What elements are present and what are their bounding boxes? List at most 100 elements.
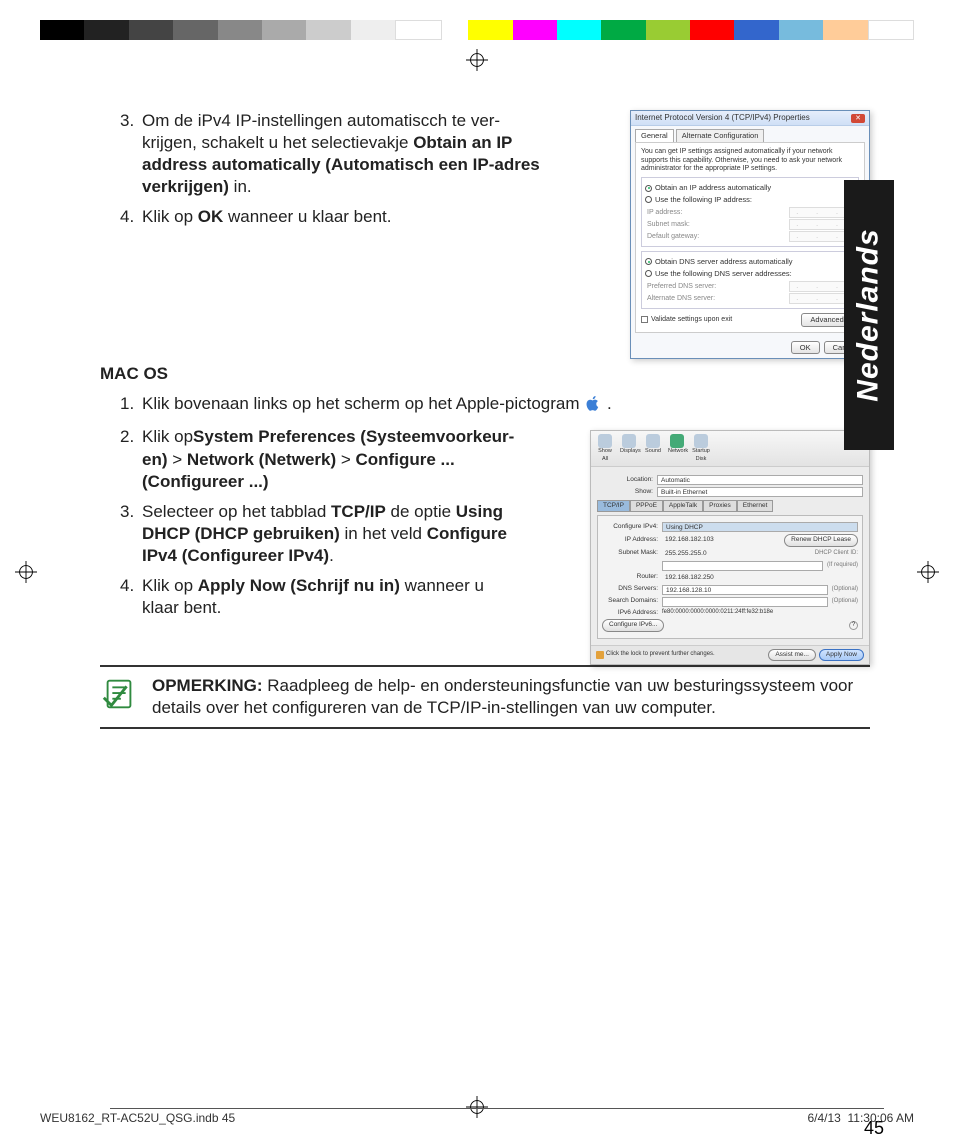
validate-label: Validate settings upon exit — [651, 315, 732, 324]
step-number: 3. — [120, 110, 134, 132]
dns-field[interactable]: 192.168.128.10 — [662, 585, 828, 595]
step-text: Klik op — [142, 207, 198, 226]
subnet-label: Subnet mask: — [647, 220, 690, 229]
search-field[interactable] — [662, 597, 828, 607]
ipv6-label: IPv6 Address: — [602, 609, 658, 617]
show-label: Show: — [597, 488, 653, 496]
renew-lease-button[interactable]: Renew DHCP Lease — [784, 534, 858, 546]
tab-ethernet[interactable]: Ethernet — [737, 500, 774, 512]
close-icon[interactable]: ✕ — [851, 114, 865, 123]
step-bold: Apply Now (Schrijf nu in) — [198, 576, 400, 595]
assist-button[interactable]: Assist me... — [768, 649, 816, 661]
router-label: Router: — [602, 573, 658, 581]
optional-hint: (Optional) — [832, 586, 858, 594]
step-text: Klik op — [142, 427, 193, 446]
note-block: OPMERKING: Raadpleeg de help- en onderst… — [100, 665, 870, 729]
radio-use-dns-label: Use the following DNS server addresses: — [655, 269, 792, 279]
router-value: 192.168.182.250 — [662, 573, 858, 583]
lock-text: Click the lock to prevent further change… — [606, 651, 715, 659]
step-bold: OK — [198, 207, 224, 226]
tab-proxies[interactable]: Proxies — [703, 500, 737, 512]
step-number: 2. — [120, 426, 134, 448]
ip-label: IP Address: — [602, 536, 658, 544]
subnet-label: Subnet Mask: — [602, 549, 658, 557]
list-item: 1. Klik bovenaan links op het scherm op … — [120, 393, 870, 418]
step-text: in het veld — [340, 524, 427, 543]
ok-button[interactable]: OK — [791, 341, 820, 355]
radio-obtain-ip-label: Obtain an IP address automatically — [655, 183, 771, 193]
registration-mark-icon — [465, 48, 489, 72]
step-text: > — [168, 450, 187, 469]
color-calibration-bar — [40, 20, 914, 40]
step-text: Klik op — [142, 576, 198, 595]
toolbar-network[interactable]: Network — [668, 434, 686, 462]
tab-general[interactable]: General — [635, 129, 674, 142]
tab-alternate[interactable]: Alternate Configuration — [676, 129, 765, 142]
registration-mark-icon — [916, 560, 940, 584]
configure-ipv6-button[interactable]: Configure IPv6... — [602, 619, 664, 631]
language-label: Nederlands — [852, 228, 886, 401]
windows-ipv4-dialog: Internet Protocol Version 4 (TCP/IPv4) P… — [630, 110, 870, 359]
configure-select[interactable]: Using DHCP — [662, 522, 858, 532]
step-text: de optie — [386, 502, 456, 521]
validate-checkbox[interactable] — [641, 316, 648, 323]
registration-mark-icon — [14, 560, 38, 584]
tab-appletalk[interactable]: AppleTalk — [663, 500, 703, 512]
search-label: Search Domains: — [602, 597, 658, 605]
ip-address-label: IP address: — [647, 208, 682, 217]
ipv6-value: fe80:0000:0000:0000:0211:24ff:fe32:b18e — [662, 609, 773, 617]
step-number: 1. — [120, 393, 134, 415]
configure-label: Configure IPv4: — [602, 523, 658, 531]
help-icon[interactable]: ? — [849, 621, 858, 630]
list-item: 3. Selecteer op het tabblad TCP/IP de op… — [120, 501, 520, 567]
step-text: . — [607, 394, 612, 413]
clientid-label: DHCP Client ID: — [815, 550, 858, 558]
radio-obtain-dns[interactable] — [645, 258, 652, 265]
radio-use-dns[interactable] — [645, 270, 652, 277]
step-number: 4. — [120, 206, 134, 228]
macos-heading: MAC OS — [100, 359, 870, 385]
step-text: . — [329, 546, 334, 565]
toolbar-startup[interactable]: Startup Disk — [692, 434, 710, 462]
toolbar-displays[interactable]: Displays — [620, 434, 638, 462]
radio-use-ip-label: Use the following IP address: — [655, 195, 752, 205]
dialog-intro-text: You can get IP settings assigned automat… — [641, 148, 859, 173]
ip-value: 192.168.182.103 — [662, 535, 780, 545]
apple-icon — [584, 394, 602, 418]
location-select[interactable]: Automatic — [657, 475, 863, 485]
lock-icon[interactable] — [596, 651, 604, 659]
clientid-field[interactable] — [662, 561, 823, 571]
step-text: Selecteer op het tabblad — [142, 502, 331, 521]
radio-obtain-ip[interactable] — [645, 185, 652, 192]
step-text: wanneer u klaar bent. — [223, 207, 391, 226]
step-text: Klik bovenaan links op het scherm op het… — [142, 394, 584, 413]
pref-dns-label: Preferred DNS server: — [647, 282, 716, 291]
location-label: Location: — [597, 476, 653, 484]
alt-dns-label: Alternate DNS server: — [647, 294, 715, 303]
subnet-value: 255.255.255.0 — [662, 549, 811, 559]
step-text: in. — [229, 177, 252, 196]
step-bold: Network (Netwerk) — [187, 450, 336, 469]
list-item: 2. Klik opSystem Preferences (Systeemvoo… — [120, 426, 520, 492]
mac-network-dialog: Show All Displays Sound Network Startup … — [590, 430, 870, 664]
optional-hint: (Optional) — [832, 598, 858, 606]
step-bold: TCP/IP — [331, 502, 386, 521]
note-icon — [100, 675, 138, 713]
radio-use-ip[interactable] — [645, 196, 652, 203]
gateway-label: Default gateway: — [647, 232, 699, 241]
clientid-hint: (If required) — [827, 562, 858, 570]
step-number: 3. — [120, 501, 134, 523]
apply-now-button[interactable]: Apply Now — [819, 649, 864, 661]
toolbar-show-all[interactable]: Show All — [596, 434, 614, 462]
step-text: > — [336, 450, 355, 469]
step-number: 4. — [120, 575, 134, 597]
toolbar-sound[interactable]: Sound — [644, 434, 662, 462]
dialog-title: Internet Protocol Version 4 (TCP/IPv4) P… — [635, 113, 810, 123]
show-select[interactable]: Built-in Ethernet — [657, 487, 863, 497]
dns-label: DNS Servers: — [602, 585, 658, 593]
list-item: 3. Om de iPv4 IP-instellingen automatisc… — [120, 110, 540, 198]
tab-pppoe[interactable]: PPPoE — [630, 500, 663, 512]
list-item: 4. Klik op OK wanneer u klaar bent. — [120, 206, 540, 228]
radio-obtain-dns-label: Obtain DNS server address automatically — [655, 257, 793, 267]
tab-tcpip[interactable]: TCP/IP — [597, 500, 630, 512]
